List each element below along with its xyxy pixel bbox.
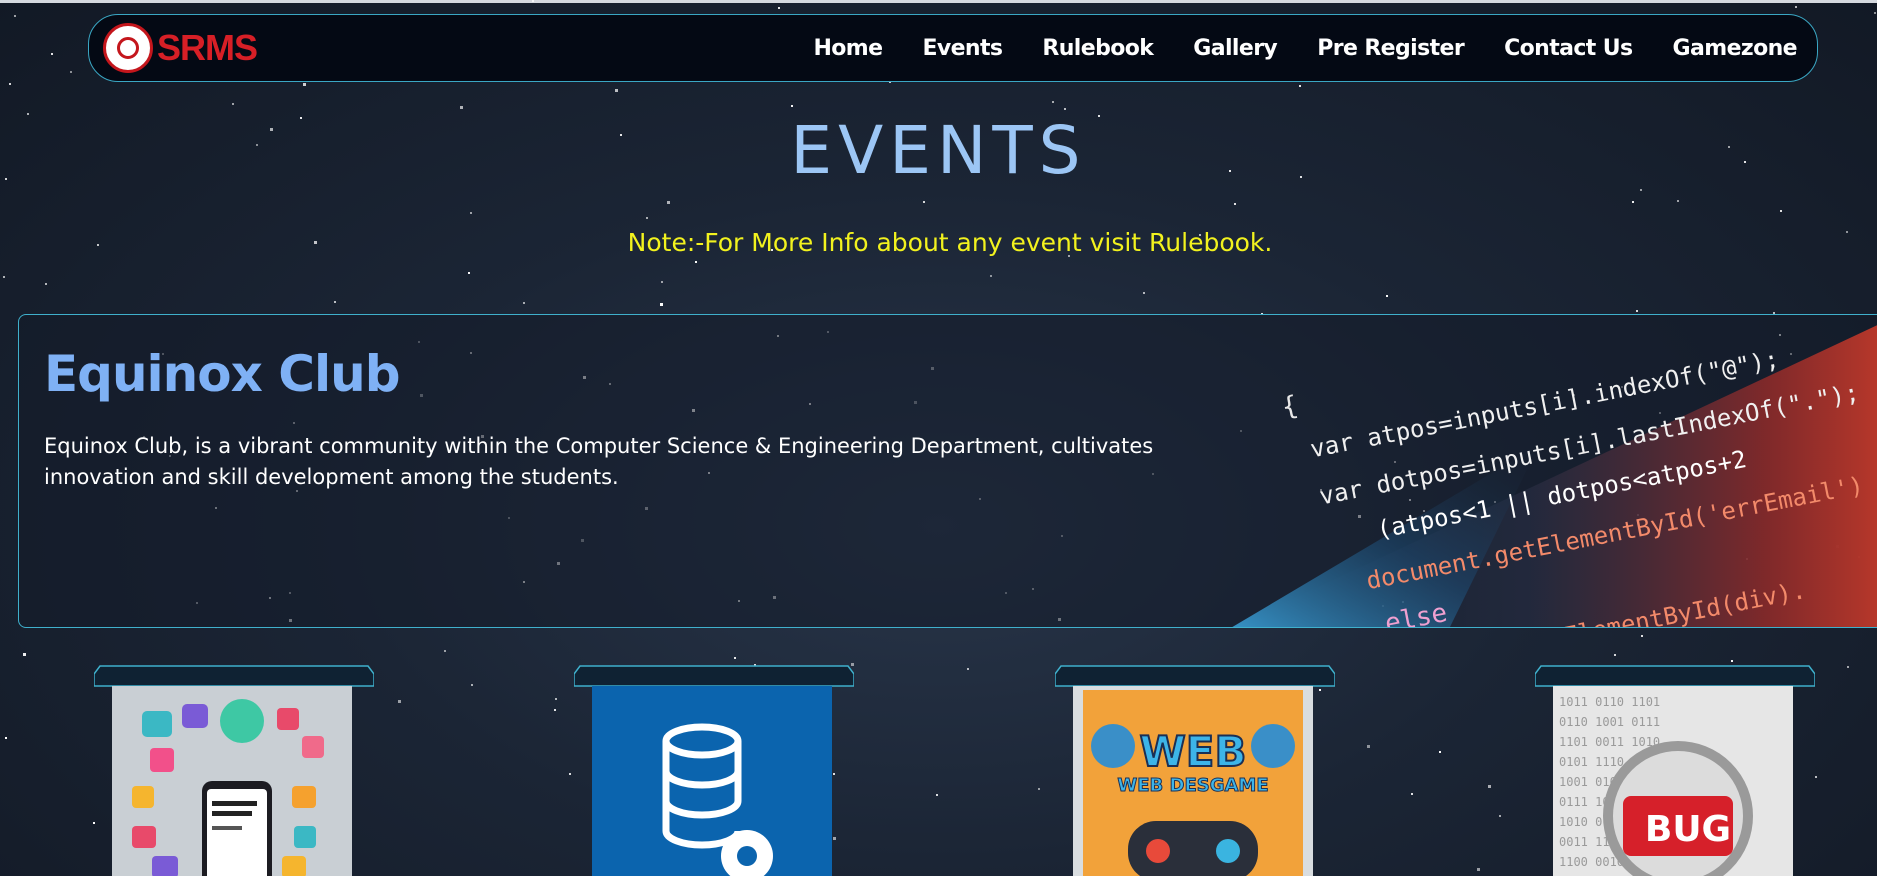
event-card[interactable] xyxy=(94,664,374,876)
star xyxy=(554,709,556,711)
star xyxy=(1847,666,1849,668)
star xyxy=(1795,6,1797,8)
star xyxy=(398,700,401,703)
poster-title: WEB xyxy=(1139,727,1246,776)
star xyxy=(1411,793,1413,795)
star xyxy=(468,272,470,274)
star xyxy=(1052,101,1054,103)
star xyxy=(45,283,47,285)
poster-bug-text: BUG xyxy=(1645,809,1731,850)
star xyxy=(3,276,5,278)
star xyxy=(778,7,780,9)
database-gear-poster[interactable] xyxy=(592,686,832,876)
nav-rulebook[interactable]: Rulebook xyxy=(1042,36,1153,61)
star xyxy=(1143,292,1145,294)
code-banner-image: { var atpos=inputs[i].indexOf("@"); var … xyxy=(1232,325,1877,627)
star xyxy=(1386,295,1388,297)
star xyxy=(734,657,736,659)
logo-text: SRMS xyxy=(157,27,258,68)
star xyxy=(1815,776,1817,778)
star xyxy=(1299,85,1301,87)
app-design-poster[interactable] xyxy=(112,686,352,876)
star xyxy=(791,105,793,107)
star xyxy=(14,15,16,17)
star xyxy=(1640,189,1642,191)
star xyxy=(471,684,473,686)
svg-text:1101 0011 1010: 1101 0011 1010 xyxy=(1559,735,1660,749)
nav-events[interactable]: Events xyxy=(922,36,1003,61)
bug-hunt-poster[interactable]: 1011 0110 1101 0110 1001 0111 1101 0011 … xyxy=(1553,686,1793,876)
club-card: Equinox Club Equinox Club, is a vibrant … xyxy=(18,314,1877,628)
star xyxy=(1632,201,1634,203)
logo[interactable]: SRMS xyxy=(103,23,258,73)
star xyxy=(5,737,7,739)
star xyxy=(23,653,26,656)
svg-text:0110 1001 0111: 0110 1001 0111 xyxy=(1559,715,1660,729)
star xyxy=(661,281,663,283)
star xyxy=(936,794,938,796)
code-line-1: { xyxy=(1279,391,1300,423)
star xyxy=(1614,654,1616,656)
star xyxy=(51,53,53,55)
star xyxy=(1367,745,1370,748)
nav-gallery[interactable]: Gallery xyxy=(1193,36,1278,61)
nav-pre-register[interactable]: Pre Register xyxy=(1317,36,1464,61)
event-card[interactable]: 1011 0110 1101 0110 1001 0111 1101 0011 … xyxy=(1535,664,1815,876)
nav-home[interactable]: Home xyxy=(813,36,883,61)
star xyxy=(646,217,648,219)
star xyxy=(1677,200,1679,202)
club-title: Equinox Club xyxy=(44,345,401,403)
star xyxy=(1064,108,1066,110)
star xyxy=(532,0,534,2)
star xyxy=(1731,660,1733,662)
star xyxy=(470,212,472,214)
star xyxy=(967,668,969,670)
star xyxy=(1636,310,1638,312)
star xyxy=(660,303,663,306)
navbar: SRMS Home Events Rulebook Gallery Pre Re… xyxy=(88,14,1818,82)
star xyxy=(1477,868,1480,871)
star xyxy=(555,698,557,700)
club-description: Equinox Club, is a vibrant community wit… xyxy=(44,434,1154,489)
nav-gamezone[interactable]: Gamezone xyxy=(1673,36,1798,61)
star xyxy=(1439,751,1441,753)
star xyxy=(667,201,670,204)
star xyxy=(303,83,306,86)
nav-links: Home Events Rulebook Gallery Pre Registe… xyxy=(813,15,1797,81)
star xyxy=(695,261,697,263)
event-card[interactable] xyxy=(574,664,854,876)
star xyxy=(1488,785,1491,788)
star xyxy=(1641,635,1643,637)
poster-subtitle: WEB DESGAME xyxy=(1117,775,1268,796)
event-card[interactable]: WEB WEB DESGAME xyxy=(1055,664,1335,876)
star xyxy=(923,201,925,203)
nav-contact-us[interactable]: Contact Us xyxy=(1504,36,1633,61)
star xyxy=(569,773,571,775)
star xyxy=(1234,203,1236,205)
rulebook-note: Note:-For More Info about any event visi… xyxy=(627,228,1273,257)
web-desgame-poster[interactable]: WEB WEB DESGAME xyxy=(1073,686,1313,876)
star xyxy=(334,301,336,303)
star xyxy=(990,275,992,277)
star xyxy=(232,103,234,105)
srms-seal-icon xyxy=(103,23,153,73)
star xyxy=(460,106,463,109)
star xyxy=(1499,815,1501,817)
star xyxy=(615,89,618,92)
star xyxy=(1038,788,1040,790)
star xyxy=(444,650,446,652)
page-title: EVENTS xyxy=(790,112,1087,189)
star xyxy=(1874,12,1876,14)
star xyxy=(70,71,72,73)
page: SRMS Home Events Rulebook Gallery Pre Re… xyxy=(0,0,1877,876)
svg-text:1011 0110 1101: 1011 0110 1101 xyxy=(1559,695,1660,709)
star xyxy=(9,83,11,85)
star xyxy=(1780,210,1782,212)
star xyxy=(523,302,525,304)
